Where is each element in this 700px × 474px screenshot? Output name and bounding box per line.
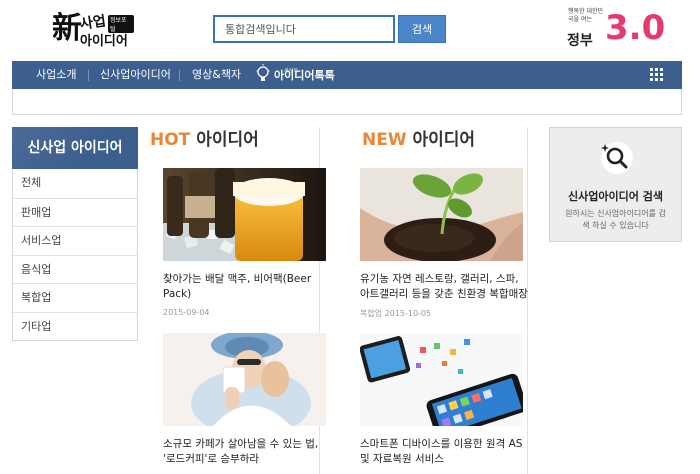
main-nav: 사업소개 신사업아이디어 영상&책자 세상의 아이디어톡톡 xyxy=(12,61,682,89)
search-button[interactable]: 검색 xyxy=(398,15,446,43)
new-card-category: 복합업 xyxy=(360,309,383,318)
search-box[interactable] xyxy=(213,15,395,43)
logo-badge: 정보포털 xyxy=(108,15,134,33)
hot-section-title: HOT 아이디어 xyxy=(150,127,319,161)
banner-desc: 원하시는 신사업아이디어를 검색 하실 수 있습니다 xyxy=(565,209,666,230)
sidebar-title: 신사업 아이디어 xyxy=(12,127,138,169)
cafe-woman-image[interactable] xyxy=(163,333,326,426)
gov-tagline: 행복한 대한민국을 여는 xyxy=(568,8,604,23)
nav-item-about[interactable]: 사업소개 xyxy=(36,61,76,89)
sidebar-item-food[interactable]: 음식업 xyxy=(13,254,137,284)
hot-card[interactable]: 소규모 카페가 살아남을 수 있는 법, '로드커피'로 승부하라 2015-0… xyxy=(163,333,331,474)
nav-item-idea-toktok[interactable]: 아이디어톡톡 xyxy=(274,61,335,91)
gov30-logo[interactable]: 행복한 대한민국을 여는 정부 3.0 xyxy=(565,6,665,52)
gov-version: 3.0 xyxy=(605,8,666,48)
hot-card-title[interactable]: 소규모 카페가 살아남을 수 있는 법, '로드커피'로 승부하라 xyxy=(163,437,331,467)
sidebar-item-retail[interactable]: 판매업 xyxy=(13,197,137,227)
sidebar-item-all[interactable]: 전체 xyxy=(13,169,137,198)
gov-name: 정부 xyxy=(567,33,593,49)
hot-card[interactable]: 찾아가는 배달 맥주, 비어팩(Beer Pack) 2015-09-04 xyxy=(163,168,331,317)
nav-divider xyxy=(179,70,180,81)
sidebar-item-complex[interactable]: 복합업 xyxy=(13,283,137,312)
sub-nav-bar xyxy=(12,89,682,115)
banner-title: 신사업아이디어 검색 xyxy=(568,190,663,203)
beer-image[interactable] xyxy=(163,168,326,261)
new-card-meta: 복합업 2015-10-05 xyxy=(360,308,528,319)
sidebar-item-other[interactable]: 기타업 xyxy=(13,311,137,341)
lightbulb-icon xyxy=(256,64,270,81)
nav-item-ideas[interactable]: 신사업아이디어 xyxy=(100,61,171,89)
grid-menu-icon[interactable] xyxy=(650,68,664,82)
idea-search-banner[interactable]: 신사업아이디어 검색 원하시는 신사업아이디어를 검색 하실 수 있습니다 xyxy=(549,127,682,242)
magnifier-search-icon xyxy=(601,142,633,174)
new-card[interactable]: 유기농 자연 레스토랑, 갤러리, 스파, 아트갤러리 등을 갖춘 친환경 복합… xyxy=(360,168,528,319)
logo-hanja: 新 xyxy=(52,11,82,46)
new-section-title: NEW 아이디어 xyxy=(342,127,527,161)
new-card-title[interactable]: 스마트폰 디바이스를 이용한 원격 AS 및 자료복원 서비스 xyxy=(360,437,528,467)
new-ideas-section: NEW 아이디어 유기농 자연 레스토랑, 갤러리, 스파, 아트갤러리 등을 … xyxy=(342,127,528,474)
nav-divider xyxy=(88,70,89,81)
hot-title-rest: 아이디어 xyxy=(190,130,259,150)
hot-ideas-section: HOT 아이디어 찾아가는 배달 맥주, 비어팩(Beer Pack) 2015… xyxy=(150,127,326,474)
hot-title-accent: HOT xyxy=(150,130,191,150)
new-title-accent: NEW xyxy=(362,130,407,150)
new-title-rest: 아이디어 xyxy=(406,130,476,150)
sprout-image[interactable] xyxy=(360,168,523,261)
new-card[interactable]: 스마트폰 디바이스를 이용한 원격 AS 및 자료복원 서비스 xyxy=(360,333,528,467)
nav-item-media[interactable]: 영상&책자 xyxy=(192,61,241,89)
search-input[interactable] xyxy=(215,17,393,41)
sidebar-item-service[interactable]: 서비스업 xyxy=(13,226,137,255)
hot-card-title[interactable]: 찾아가는 배달 맥주, 비어팩(Beer Pack) xyxy=(163,272,331,302)
new-card-date: 2015-10-05 xyxy=(384,309,432,318)
category-sidebar: 신사업 아이디어 전체 판매업 서비스업 음식업 복합업 기타업 xyxy=(12,127,138,341)
new-card-title[interactable]: 유기농 자연 레스토랑, 갤러리, 스파, 아트갤러리 등을 갖춘 친환경 복합… xyxy=(360,272,528,302)
hot-card-date: 2015-09-04 xyxy=(163,308,210,317)
smartphone-image[interactable] xyxy=(360,333,523,426)
site-logo[interactable]: 新 사업 아이디어 정보포털 xyxy=(52,8,134,52)
